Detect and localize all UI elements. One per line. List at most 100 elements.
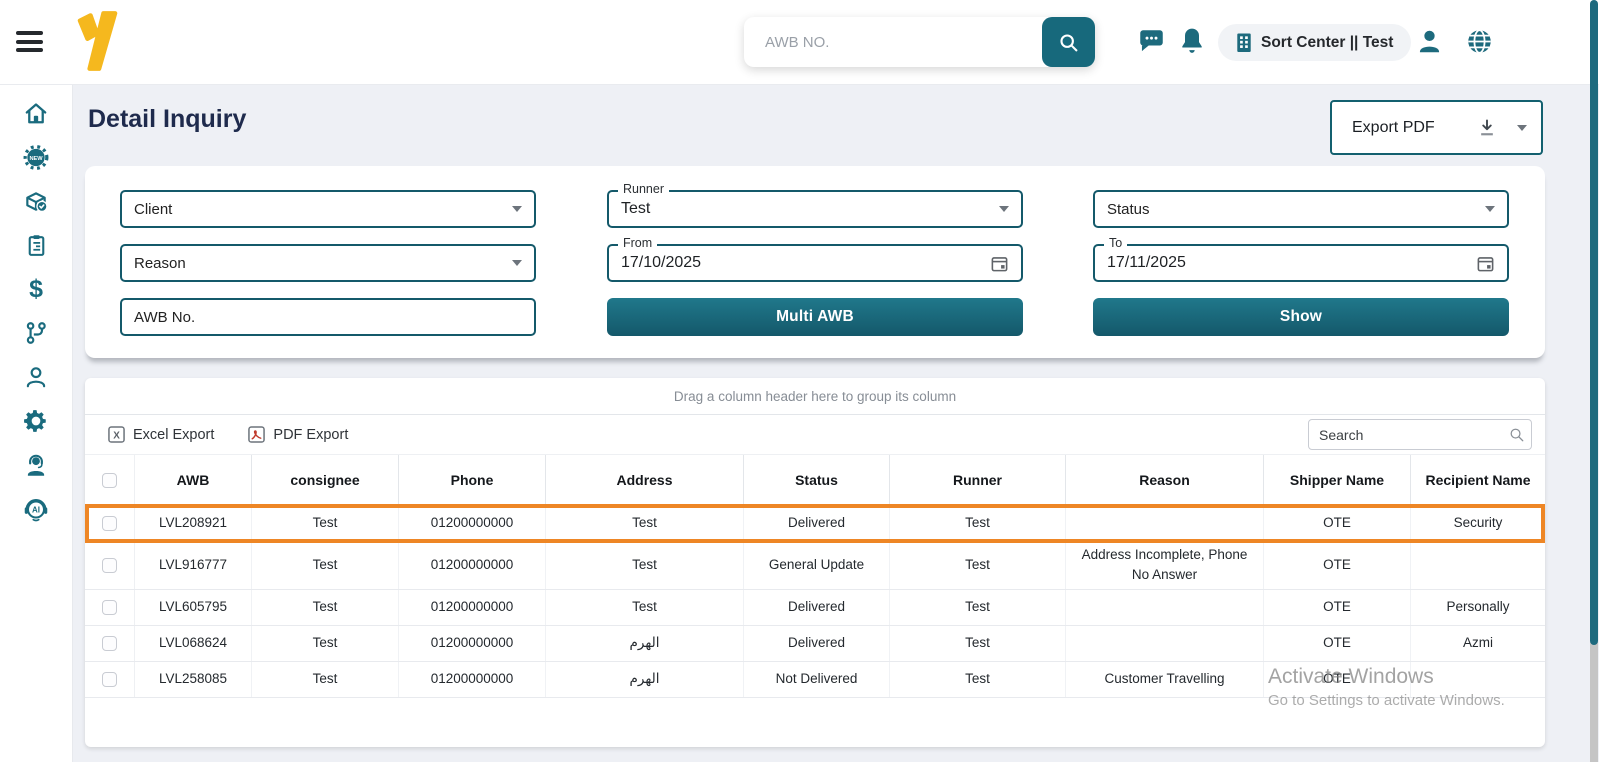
sidebar-item-whats-new[interactable]: NEW [23,144,49,170]
cell-status: Delivered [744,590,890,625]
chevron-down-icon [999,206,1009,212]
export-dropdown-caret-icon[interactable] [1517,125,1527,131]
sidebar-item-settings[interactable] [23,408,49,434]
language-globe-icon[interactable] [1466,28,1493,55]
user-profile-icon[interactable] [1416,28,1443,55]
scrollbar-thumb[interactable] [1590,0,1598,645]
row-checkbox[interactable] [102,636,117,651]
awb-no-input[interactable] [134,309,522,326]
sidebar-item-shipments[interactable] [23,188,49,214]
table-row[interactable]: LVL605795Test01200000000TestDeliveredTes… [85,590,1545,626]
table-row[interactable]: LVL208921Test01200000000TestDeliveredTes… [85,506,1545,542]
excel-icon: X [108,426,125,443]
sidebar-item-workflow[interactable] [23,320,49,346]
runner-select[interactable]: Runner Test [607,190,1023,228]
cell-recipient: Personally [1411,590,1545,625]
sidebar-item-home[interactable] [23,100,49,126]
cell-reason [1066,626,1264,661]
table-row[interactable]: LVL068624Test01200000000الهرمDeliveredTe… [85,626,1545,662]
page-title: Detail Inquiry [88,105,246,134]
scrollbar-track[interactable] [1590,642,1598,762]
svg-text:X: X [113,430,120,441]
cell-recipient [1411,662,1545,697]
export-pdf-button[interactable]: Export PDF [1330,100,1543,155]
pdf-export-label: PDF Export [273,427,348,443]
pdf-icon [248,426,265,443]
column-header-phone[interactable]: Phone [399,455,546,505]
brand-logo[interactable] [74,10,120,72]
export-pdf-label: Export PDF [1352,119,1435,137]
column-header-status[interactable]: Status [744,455,890,505]
column-header-runner[interactable]: Runner [890,455,1066,505]
from-date-field[interactable]: From 17/10/2025 [607,244,1023,282]
column-header-reason[interactable]: Reason [1066,455,1264,505]
column-header-address[interactable]: Address [546,455,744,505]
clipboard-icon [24,233,49,258]
cell-awb: LVL258085 [135,662,252,697]
cell-runner: Test [890,626,1066,661]
sidebar-item-ai-assistant[interactable]: AI [23,496,49,522]
calendar-icon[interactable] [1476,254,1495,273]
sidebar-item-profile[interactable] [23,364,49,390]
status-select[interactable]: Status [1093,190,1509,228]
column-header-awb[interactable]: AWB [135,455,252,505]
cell-phone: 01200000000 [399,506,546,541]
workspace-badge[interactable]: Sort Center || Test [1218,24,1411,61]
reason-select[interactable]: Reason [120,244,536,282]
calendar-icon[interactable] [990,254,1009,273]
table-row[interactable]: LVL258085Test01200000000الهرمNot Deliver… [85,662,1545,698]
row-checkbox[interactable] [102,558,117,573]
sidebar: NEW $ [0,85,73,762]
chevron-down-icon [512,260,522,266]
to-date-field[interactable]: To 17/11/2025 [1093,244,1509,282]
branch-icon [23,320,49,346]
table-body: LVL208921Test01200000000TestDeliveredTes… [85,506,1545,698]
cell-consignee: Test [252,542,399,589]
page-scrollbar[interactable] [1590,0,1598,762]
show-button[interactable]: Show [1093,298,1509,336]
hamburger-menu-icon[interactable] [16,31,46,55]
workspace-badge-label: Sort Center || Test [1261,34,1393,52]
excel-export-label: Excel Export [133,427,214,443]
cell-address: Test [546,506,744,541]
grid-search-input[interactable] [1308,419,1532,450]
select-all-checkbox[interactable] [102,473,117,488]
awb-search-input[interactable] [744,17,1034,67]
chat-icon[interactable] [1138,29,1165,54]
excel-export-button[interactable]: X Excel Export [108,426,214,443]
cell-runner: Test [890,506,1066,541]
row-checkbox[interactable] [102,516,117,531]
column-header-consignee[interactable]: consignee [252,455,399,505]
cell-awb: LVL916777 [135,542,252,589]
cell-phone: 01200000000 [399,662,546,697]
group-by-hint[interactable]: Drag a column header here to group its c… [85,378,1545,415]
from-date-label: From [618,236,657,251]
column-header-recipient-name[interactable]: Recipient Name [1411,455,1545,505]
profile-icon [23,364,49,390]
awb-no-field [120,298,536,336]
cell-phone: 01200000000 [399,626,546,661]
cell-runner: Test [890,590,1066,625]
search-button[interactable] [1042,17,1095,67]
sidebar-item-finance[interactable]: $ [23,276,49,302]
sidebar-item-reports[interactable] [23,232,49,258]
multi-awb-button[interactable]: Multi AWB [607,298,1023,336]
cell-consignee: Test [252,626,399,661]
row-checkbox-cell [85,542,135,589]
cell-shipper: OTE [1264,506,1411,541]
pdf-export-button[interactable]: PDF Export [248,426,348,443]
client-select[interactable]: Client [120,190,536,228]
cell-shipper: OTE [1264,590,1411,625]
notifications-bell-icon[interactable] [1180,27,1204,55]
row-checkbox[interactable] [102,672,117,687]
cell-awb: LVL068624 [135,626,252,661]
cell-recipient [1411,542,1545,589]
grid-search-box [1308,419,1532,450]
column-header-shipper-name[interactable]: Shipper Name [1264,455,1411,505]
search-icon [1509,427,1524,442]
row-checkbox[interactable] [102,600,117,615]
sidebar-item-support[interactable] [23,452,49,478]
table-row[interactable]: LVL916777Test01200000000TestGeneral Upda… [85,542,1545,590]
cell-address: Test [546,542,744,589]
cell-status: General Update [744,542,890,589]
